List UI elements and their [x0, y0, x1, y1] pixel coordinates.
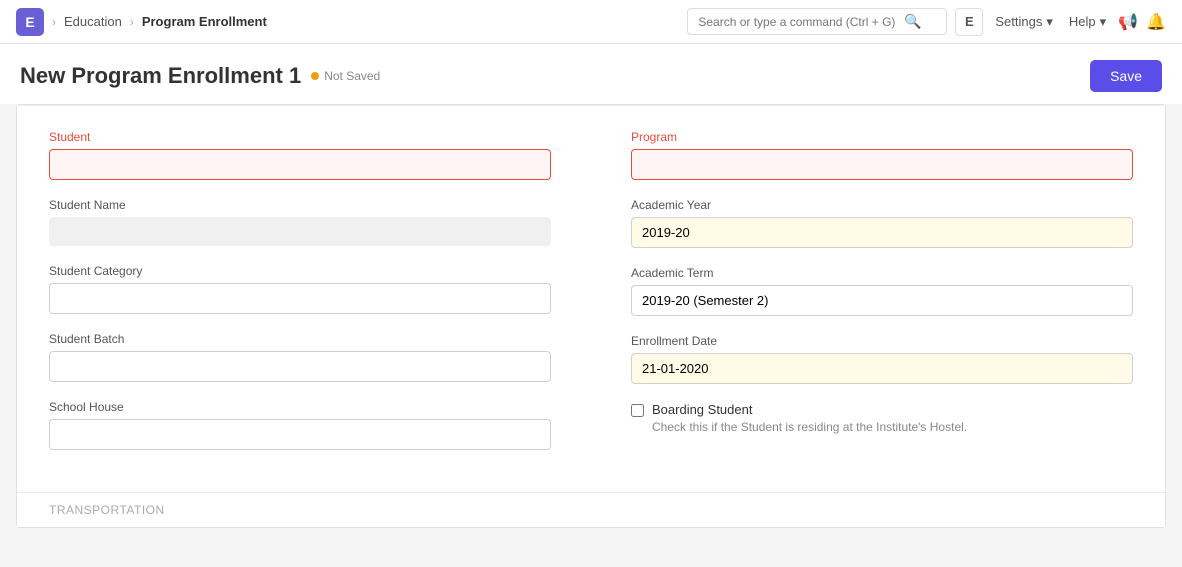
not-saved-label: Not Saved: [324, 69, 380, 83]
student-batch-label: Student Batch: [49, 332, 551, 346]
student-category-group: Student Category: [49, 264, 551, 314]
student-category-label: Student Category: [49, 264, 551, 278]
boarding-student-desc: Check this if the Student is residing at…: [652, 420, 967, 434]
school-house-label: School House: [49, 400, 551, 414]
left-column: Student Student Name Student Category: [49, 130, 551, 468]
school-house-group: School House: [49, 400, 551, 450]
student-name-label: Student Name: [49, 198, 551, 212]
not-saved-badge: Not Saved: [311, 69, 380, 83]
boarding-student-label[interactable]: Boarding Student: [652, 402, 752, 417]
settings-chevron-icon: ▾: [1046, 14, 1053, 30]
boarding-checkbox-group: Boarding Student Check this if the Stude…: [631, 402, 1133, 434]
announcement-icon[interactable]: 📢: [1118, 12, 1138, 32]
user-icon-btn[interactable]: E: [955, 8, 983, 36]
student-input[interactable]: [49, 149, 551, 180]
form-grid: Student Student Name Student Category: [49, 130, 1133, 468]
search-input[interactable]: [698, 15, 898, 29]
academic-term-label: Academic Term: [631, 266, 1133, 280]
academic-term-group: Academic Term: [631, 266, 1133, 316]
school-house-input[interactable]: [49, 419, 551, 450]
app-icon: E: [16, 8, 44, 36]
search-icon: 🔍: [904, 13, 921, 30]
section-bottom: TRANSPORTATION: [17, 492, 1165, 527]
student-name-input: [49, 217, 551, 246]
form-area: Student Student Name Student Category: [17, 105, 1165, 492]
page-title-group: New Program Enrollment 1 Not Saved: [20, 63, 380, 89]
page-header: New Program Enrollment 1 Not Saved Save: [0, 44, 1182, 104]
breadcrumb-chevron-1: ›: [52, 15, 56, 29]
enrollment-date-input[interactable]: [631, 353, 1133, 384]
program-group: Program: [631, 130, 1133, 180]
student-batch-group: Student Batch: [49, 332, 551, 382]
enrollment-date-label: Enrollment Date: [631, 334, 1133, 348]
breadcrumb-education[interactable]: Education: [64, 14, 122, 29]
not-saved-dot: [311, 72, 319, 80]
academic-year-input[interactable]: [631, 217, 1133, 248]
settings-label: Settings: [995, 14, 1042, 29]
help-chevron-icon: ▾: [1100, 14, 1107, 30]
boarding-student-checkbox[interactable]: [631, 404, 644, 417]
program-label: Program: [631, 130, 1133, 144]
transportation-label: TRANSPORTATION: [49, 503, 165, 517]
enrollment-date-group: Enrollment Date: [631, 334, 1133, 384]
student-batch-input[interactable]: [49, 351, 551, 382]
student-label: Student: [49, 130, 551, 144]
student-group: Student: [49, 130, 551, 180]
boarding-student-group: Boarding Student Check this if the Stude…: [631, 402, 1133, 434]
search-bar[interactable]: 🔍: [687, 8, 947, 35]
academic-year-label: Academic Year: [631, 198, 1133, 212]
help-label: Help: [1069, 14, 1096, 29]
academic-year-group: Academic Year: [631, 198, 1133, 248]
breadcrumb-program-enrollment: Program Enrollment: [142, 14, 267, 29]
save-button[interactable]: Save: [1090, 60, 1162, 92]
program-input[interactable]: [631, 149, 1133, 180]
student-category-input[interactable]: [49, 283, 551, 314]
academic-term-input[interactable]: [631, 285, 1133, 316]
settings-button[interactable]: Settings ▾: [991, 12, 1057, 32]
page-title: New Program Enrollment 1: [20, 63, 301, 89]
topnav: E › Education › Program Enrollment 🔍 E S…: [0, 0, 1182, 44]
main-content: Student Student Name Student Category: [0, 104, 1182, 567]
notification-icon[interactable]: 🔔: [1146, 12, 1166, 32]
help-button[interactable]: Help ▾: [1065, 12, 1110, 32]
form-wrapper: Student Student Name Student Category: [16, 104, 1166, 528]
student-name-group: Student Name: [49, 198, 551, 246]
right-column: Program Academic Year Academic Term: [631, 130, 1133, 468]
breadcrumb-chevron-2: ›: [130, 15, 134, 29]
